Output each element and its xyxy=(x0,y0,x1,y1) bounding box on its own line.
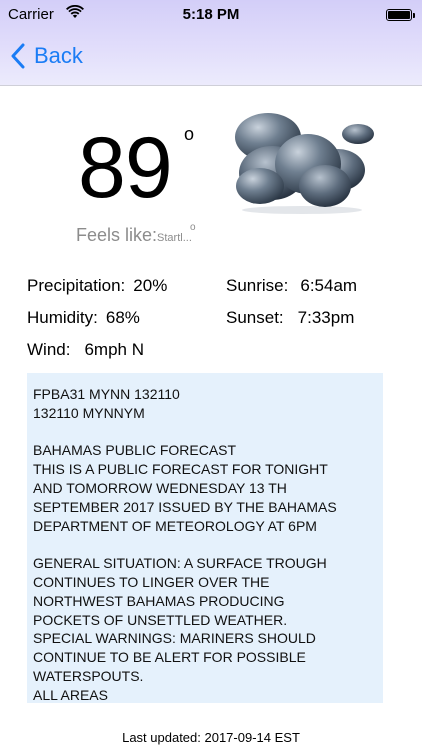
feels-like: Feels like:Startl... xyxy=(76,225,192,246)
wind-label: Wind: xyxy=(27,340,71,359)
navigation-bar: Carrier 5:18 PM Back xyxy=(0,0,422,86)
precipitation-value: 20% xyxy=(133,276,168,295)
sunrise-label: Sunrise: xyxy=(226,276,289,295)
feels-like-label: Feels like: xyxy=(76,225,158,245)
battery-icon xyxy=(386,9,412,21)
humidity-value: 68% xyxy=(105,308,140,327)
humidity-stat: Humidity: 68% xyxy=(27,308,140,328)
sunset-stat: Sunset: 7:33pm xyxy=(226,308,354,328)
chevron-left-icon xyxy=(11,43,25,69)
sunset-label: Sunset: xyxy=(226,308,284,327)
precipitation-label: Precipitation: xyxy=(27,276,126,295)
current-temperature: 89 xyxy=(78,120,173,216)
status-time: 5:18 PM xyxy=(182,6,240,23)
feels-like-degree-symbol: o xyxy=(190,222,196,233)
precipitation-stat: Precipitation: 20% xyxy=(27,276,167,296)
sunrise-value: 6:54am xyxy=(300,276,358,295)
sunset-value: 7:33pm xyxy=(297,308,355,327)
back-button-label: Back xyxy=(34,43,83,68)
battery-tip xyxy=(413,13,415,18)
wind-value: 6mph N xyxy=(84,340,144,359)
humidity-label: Humidity: xyxy=(27,308,98,327)
forecast-text-view[interactable]: FPBA31 MYNN 132110 132110 MYNNYM BAHAMAS… xyxy=(27,373,383,703)
last-updated-label: Last updated: 2017-09-14 EST xyxy=(122,730,300,745)
temperature-degree-symbol: o xyxy=(184,124,195,144)
feels-like-value: Startl... xyxy=(157,232,192,244)
wind-stat: Wind: 6mph N xyxy=(27,340,144,360)
status-bar: Carrier 5:18 PM xyxy=(0,0,422,30)
cloud-icon xyxy=(235,113,374,214)
sunrise-stat: Sunrise: 6:54am xyxy=(226,276,357,296)
back-button[interactable]: Back xyxy=(10,40,83,72)
